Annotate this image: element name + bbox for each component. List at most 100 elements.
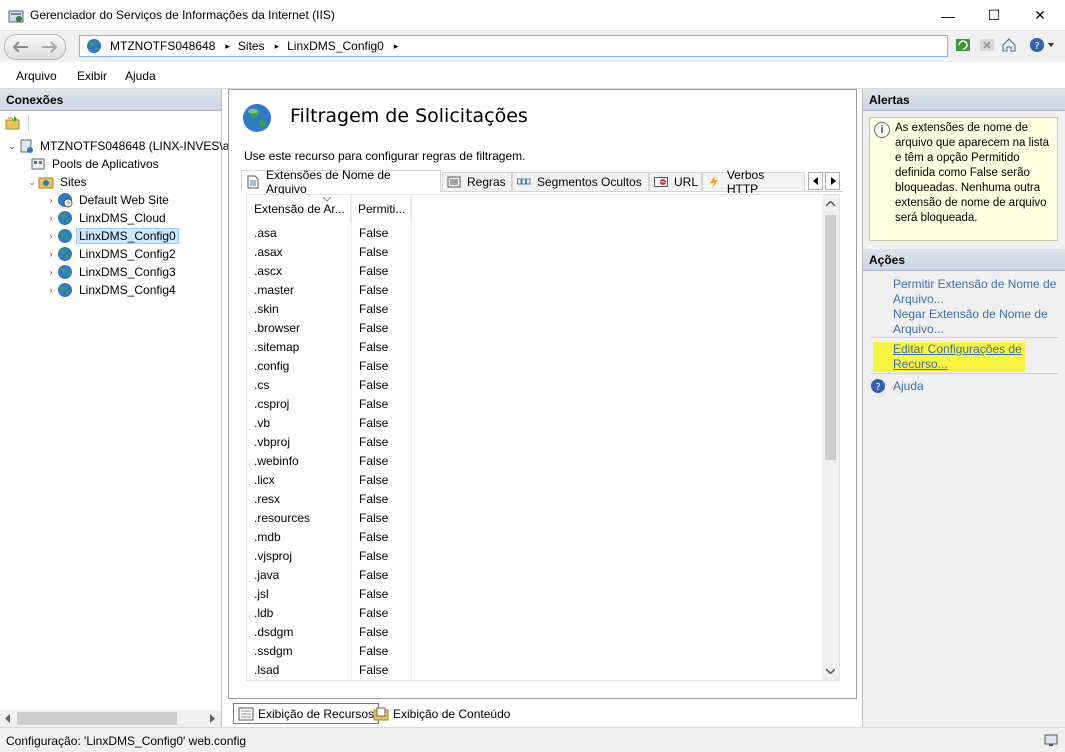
table-row[interactable]: .asax False <box>247 243 822 262</box>
features-view-tab[interactable]: Exibição de Recursos <box>233 703 380 724</box>
tree-label: Default Web Site <box>79 193 169 207</box>
globe-icon <box>58 247 72 261</box>
table-row[interactable]: .csproj False <box>247 395 822 414</box>
tab-scroll-left-icon[interactable] <box>808 172 823 190</box>
scroll-up-arrow-icon[interactable] <box>826 201 835 207</box>
maximize-button[interactable]: ☐ <box>971 0 1017 31</box>
table-row[interactable]: .vbproj False <box>247 433 822 452</box>
expand-chevron-icon[interactable]: › <box>45 231 57 241</box>
minimize-button[interactable]: — <box>925 0 971 31</box>
table-row[interactable]: .skin False <box>247 300 822 319</box>
forward-arrow-icon[interactable] <box>36 36 62 58</box>
deny-extension-link[interactable]: Negar Extensão de Nome de Arquivo... <box>893 307 1058 337</box>
content-view-tab[interactable]: Exibição de Conteúdo <box>369 703 514 724</box>
tree-item-linxdms-cloud[interactable]: › LinxDMS_Cloud <box>45 209 169 227</box>
refresh-icon[interactable] <box>953 35 973 55</box>
table-row[interactable]: .vjsproj False <box>247 547 822 566</box>
table-row[interactable]: .dsdgm False <box>247 623 822 642</box>
expand-chevron-icon[interactable]: › <box>45 195 57 205</box>
expand-chevron-icon[interactable]: › <box>45 267 57 277</box>
menu-arquivo[interactable]: Arquivo <box>16 69 57 83</box>
tree-item-linxdms-config4[interactable]: › LinxDMS_Config4 <box>45 281 179 299</box>
table-row[interactable]: .lsad False <box>247 661 822 680</box>
column-header-extension[interactable]: Extensão de Ar... <box>247 195 351 222</box>
tree-item-default-web-site[interactable]: › ? Default Web Site <box>45 191 172 209</box>
tree-item-sites[interactable]: ⌄ Sites <box>26 173 90 191</box>
table-row[interactable]: .config False <box>247 357 822 376</box>
menu-bar: Arquivo Exibir Ajuda <box>0 62 1065 89</box>
table-row[interactable]: .asa False <box>247 224 822 243</box>
allowed-cell: False <box>359 359 389 373</box>
back-arrow-icon[interactable] <box>8 36 34 58</box>
tree-item-server[interactable]: ⌄ MTZNOTFS048648 (LINX-INVES\a <box>6 137 232 155</box>
table-row[interactable]: .java False <box>247 566 822 585</box>
table-row[interactable]: .mdb False <box>247 528 822 547</box>
table-row[interactable]: .vb False <box>247 414 822 433</box>
allowed-cell: False <box>359 226 389 240</box>
scroll-left-arrow-icon[interactable] <box>4 714 12 723</box>
tab-http-verbs[interactable]: Verbos HTTP <box>702 168 805 196</box>
menu-ajuda[interactable]: Ajuda <box>125 69 156 83</box>
table-row[interactable]: .ssdgm False <box>247 642 822 661</box>
help-dropdown-icon[interactable]: ? <box>1027 35 1057 55</box>
tree-item-app-pools[interactable]: Pools de Aplicativos <box>30 155 162 173</box>
menu-exibir[interactable]: Exibir <box>77 69 107 83</box>
tree-item-linxdms-config3[interactable]: › LinxDMS_Config3 <box>45 263 179 281</box>
scrollbar-thumb[interactable] <box>825 215 836 460</box>
stop-icon[interactable] <box>977 35 997 55</box>
connections-horizontal-scrollbar[interactable] <box>0 710 221 727</box>
table-row[interactable]: .resources False <box>247 509 822 528</box>
table-row[interactable]: .ldb False <box>247 604 822 623</box>
table-row[interactable]: .browser False <box>247 319 822 338</box>
app-pool-icon <box>31 158 45 170</box>
document-icon <box>246 175 260 189</box>
tree-item-linxdms-config2[interactable]: › LinxDMS_Config2 <box>45 245 179 263</box>
scrollbar-thumb[interactable] <box>17 712 177 725</box>
tab-rules[interactable]: Regras <box>442 172 512 192</box>
collapse-chevron-icon[interactable]: ⌄ <box>6 141 18 152</box>
table-row[interactable]: .resx False <box>247 490 822 509</box>
tree-item-linxdms-config0[interactable]: › LinxDMS_Config0 <box>45 227 179 245</box>
network-status-icon <box>1044 734 1058 746</box>
breadcrumb-sites[interactable]: Sites ▸ <box>238 39 279 53</box>
expand-chevron-icon[interactable]: › <box>45 285 57 295</box>
home-icon[interactable] <box>999 35 1019 55</box>
table-row[interactable]: .cs False <box>247 376 822 395</box>
grid-vertical-scrollbar[interactable] <box>822 195 839 680</box>
extension-cell: .ssdgm <box>254 644 293 658</box>
tab-label: Verbos HTTP <box>726 168 765 196</box>
table-row[interactable]: .licx False <box>247 471 822 490</box>
tab-file-name-extensions[interactable]: Extensões de Nome de Arquivo <box>241 168 441 196</box>
breadcrumb-site[interactable]: LinxDMS_Config0 ▸ <box>287 39 398 53</box>
table-row[interactable]: .sitemap False <box>247 338 822 357</box>
extension-cell: .sitemap <box>254 340 300 354</box>
create-connection-icon[interactable] <box>5 115 21 131</box>
allowed-cell: False <box>359 416 389 430</box>
address-bar[interactable]: MTZNOTFS048648 ▸ Sites ▸ LinxDMS_Config0 ▸ <box>79 35 948 57</box>
table-row[interactable]: .master False <box>247 281 822 300</box>
tab-hidden-segments[interactable]: Segmentos Ocultos <box>512 172 649 192</box>
extension-cell: .webinfo <box>254 454 299 468</box>
scroll-down-arrow-icon[interactable] <box>826 668 835 674</box>
breadcrumb-server[interactable]: MTZNOTFS048648 ▸ <box>110 39 230 53</box>
table-row[interactable]: .webinfo False <box>247 452 822 471</box>
close-button[interactable]: ✕ <box>1017 0 1063 31</box>
table-row[interactable]: .ascx False <box>247 262 822 281</box>
allowed-cell: False <box>359 606 389 620</box>
tab-url[interactable]: URL <box>649 172 702 192</box>
scroll-right-arrow-icon[interactable] <box>208 714 216 723</box>
table-row[interactable]: .jsl False <box>247 585 822 604</box>
globe-icon <box>58 211 72 225</box>
help-link[interactable]: Ajuda <box>893 379 1058 394</box>
globe-icon <box>87 39 101 53</box>
allow-extension-link[interactable]: Permitir Extensão de Nome de Arquivo... <box>893 277 1058 307</box>
extension-cell: .resx <box>254 492 281 506</box>
column-header-allowed[interactable]: Permiti... <box>351 195 411 222</box>
edit-feature-settings-link[interactable]: Editar Configurações de Recurso... <box>873 342 1025 372</box>
alerts-header: Alertas <box>863 89 1065 111</box>
collapse-chevron-icon[interactable]: ⌄ <box>26 177 38 188</box>
tab-scroll-right-icon[interactable] <box>825 172 840 190</box>
expand-chevron-icon[interactable]: › <box>45 249 57 259</box>
expand-chevron-icon[interactable]: › <box>45 213 57 223</box>
lightning-icon <box>707 175 721 189</box>
